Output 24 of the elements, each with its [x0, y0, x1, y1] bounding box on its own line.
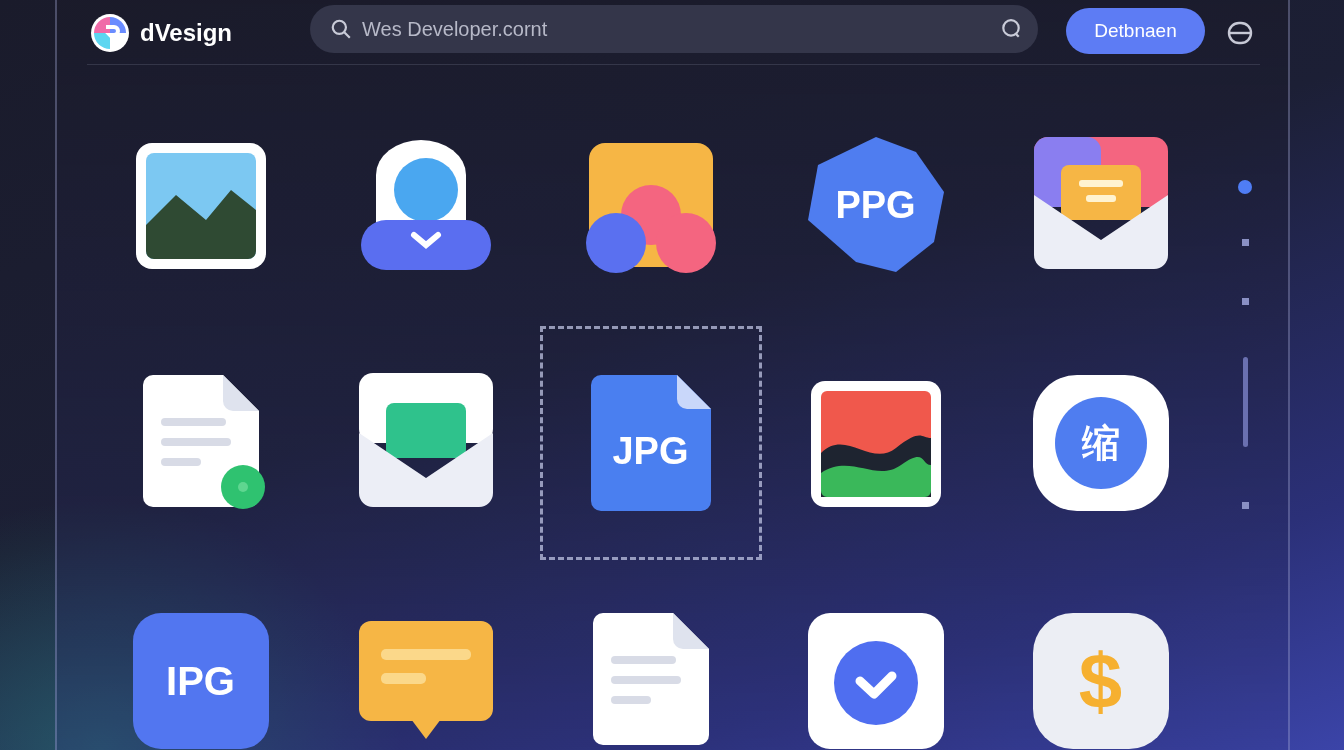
dollar-icon [1030, 611, 1171, 750]
selected-icon-tile[interactable]: JPG [539, 326, 762, 560]
primary-button[interactable]: Detbnaen [1066, 8, 1205, 54]
search-icon[interactable] [1000, 18, 1022, 40]
icon-label: IPG [166, 661, 235, 701]
logo-text: dVesign [140, 19, 234, 47]
page-indicator[interactable] [1241, 502, 1249, 509]
badge-icon [805, 135, 946, 275]
icon-tile[interactable]: 缩 [989, 326, 1212, 560]
page-indicator[interactable] [1241, 298, 1249, 305]
search-bar[interactable]: Wes Developer.cornt [310, 5, 1038, 53]
page-indicator[interactable] [1238, 180, 1252, 194]
icon-label: $ [1078, 642, 1123, 720]
page-indicator[interactable] [1241, 239, 1249, 246]
scroll-indicator[interactable] [1242, 357, 1248, 447]
search-field[interactable]: Wes Developer.cornt [362, 17, 990, 41]
icon-tile[interactable]: PPG [764, 88, 987, 322]
icon-label: 缩 [1081, 424, 1120, 462]
search-icon [330, 18, 352, 40]
rounded-tile-icon [130, 611, 271, 750]
icon-label: PPG [835, 186, 916, 224]
logo-icon [90, 13, 130, 53]
menu-icon[interactable] [1227, 20, 1253, 46]
icon-label: JPG [612, 432, 689, 471]
